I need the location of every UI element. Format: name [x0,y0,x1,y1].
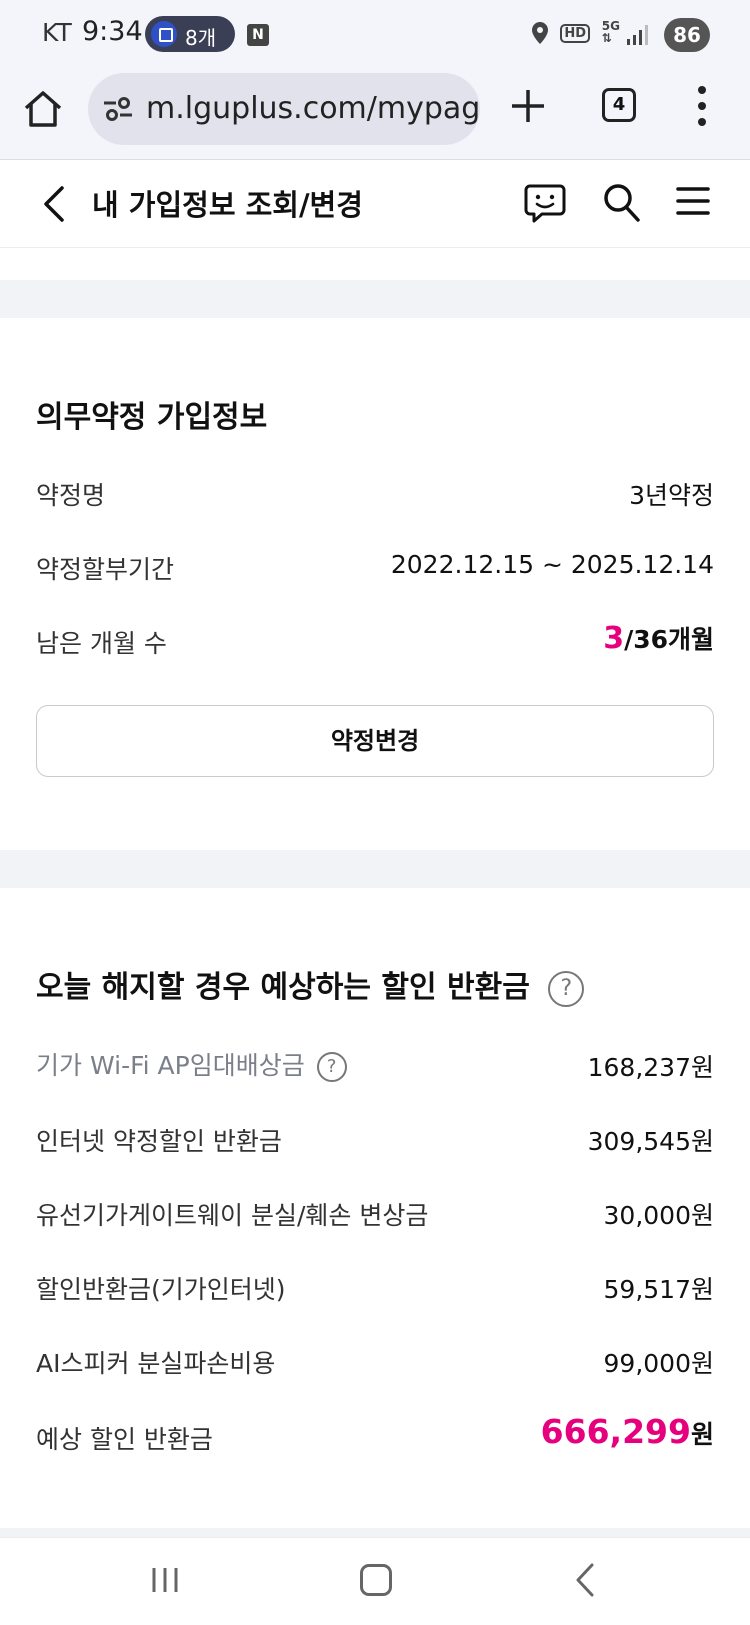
clock-time: 9:34 [82,16,143,47]
chatbot-icon[interactable] [524,182,566,224]
signal-strength-icon [627,25,648,45]
home-icon[interactable] [22,88,64,130]
site-settings-icon[interactable] [104,97,132,121]
url-text: m.lguplus.com/mypag [146,91,480,126]
giga-internet-refund-label: 할인반환금(기가인터넷) [36,1275,286,1304]
estimated-refund-unit: 원 [690,1420,714,1449]
refund-section-title: 오늘 해지할 경우 예상하는 할인 반환금 ? [36,962,585,1007]
browser-toolbar: m.lguplus.com/mypag 4 [0,68,750,160]
refund-row-label: 기가 Wi-Fi AP임대배상금 ? [36,1046,347,1082]
contract-name-label: 약정명 [36,481,106,510]
back-arrow-icon[interactable] [40,184,70,224]
contract-section-title: 의무약정 가입정보 [36,400,268,435]
section-divider [0,280,750,318]
tab-switcher-button[interactable]: 4 [602,88,636,122]
change-contract-button[interactable]: 약정변경 [36,705,714,777]
system-navigation-bar [0,1537,750,1625]
ai-speaker-loss-label: AI스피커 분실파손비용 [36,1349,276,1378]
remaining-months-label: 남은 개월 수 [36,629,167,658]
estimated-refund-total: 666,299원 [541,1412,714,1451]
estimated-refund-label: 예상 할인 반환금 [36,1425,213,1454]
internet-discount-refund-label: 인터넷 약정할인 반환금 [36,1127,282,1156]
remaining-months-total: /36개월 [624,625,714,654]
home-nav-icon[interactable] [360,1564,392,1596]
remaining-months-value: 3/36개월 [603,620,714,656]
wifi-ap-label: 기가 Wi-Fi AP임대배상금 [36,1051,305,1080]
page-title: 내 가입정보 조회/변경 [92,188,363,222]
contract-period-label: 약정할부기간 [36,555,175,584]
hamburger-menu-icon[interactable] [676,184,710,218]
gateway-loss-label: 유선기가게이트웨이 분실/훼손 변상금 [36,1201,429,1230]
section-divider [0,850,750,888]
contract-period-value: 2022.12.15 ~ 2025.12.14 [390,550,714,579]
notification-count: 8개 [185,26,217,50]
more-options-icon[interactable] [696,84,708,128]
refund-help-icon[interactable]: ? [548,970,585,1007]
address-bar[interactable]: m.lguplus.com/mypag [88,73,480,145]
ai-speaker-loss-value: 99,000원 [603,1349,714,1378]
giga-internet-refund-value: 59,517원 [603,1275,714,1304]
refund-section-title-text: 오늘 해지할 경우 예상하는 할인 반환금 [36,970,530,1005]
contract-name-value: 3년약정 [629,481,714,510]
remaining-months-count: 3 [603,621,625,656]
gateway-loss-value: 30,000원 [603,1201,714,1230]
hd-voice-icon: HD [560,24,590,43]
status-icons: HD 5G ⇅ 86 [490,18,710,52]
back-nav-icon[interactable] [574,1562,596,1598]
page-header: 내 가입정보 조회/변경 [0,160,750,248]
search-icon[interactable] [602,182,640,222]
wifi-ap-help-icon[interactable]: ? [316,1052,347,1082]
subway-icon [151,21,177,47]
internet-discount-refund-value: 309,545원 [587,1127,714,1156]
status-bar: KT 9:34 8개 N HD 5G ⇅ 86 [0,0,750,68]
wifi-ap-value: 168,237원 [587,1053,714,1082]
battery-icon: 86 [664,18,710,52]
estimated-refund-amount: 666,299 [540,1412,691,1451]
5g-network-icon: 5G ⇅ [601,19,620,45]
transit-notification-pill: 8개 [145,16,235,52]
location-icon [532,22,548,44]
recent-apps-icon[interactable] [150,1566,180,1594]
carrier-label: KT [42,18,72,47]
naver-app-icon: N [247,24,269,46]
new-tab-icon[interactable] [510,88,546,124]
